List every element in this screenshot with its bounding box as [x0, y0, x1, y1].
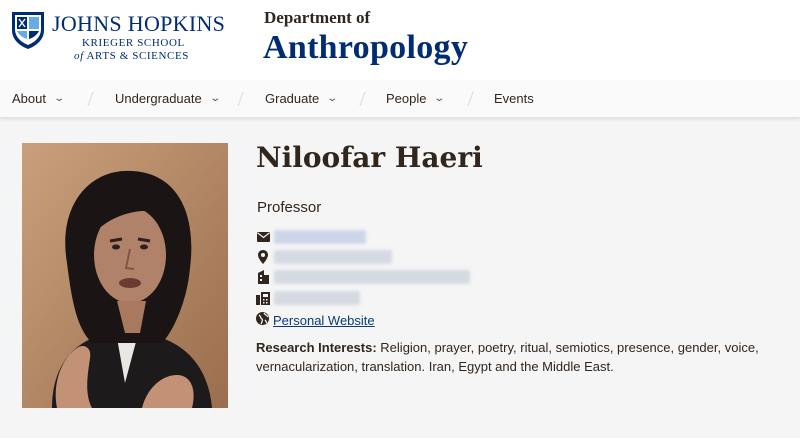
chevron-down-icon[interactable]: ⌄	[209, 93, 221, 104]
nav-label: People	[386, 91, 427, 106]
research-interests: Research Interests: Religion, prayer, po…	[256, 338, 786, 376]
building-icon	[256, 270, 270, 284]
nav-divider	[87, 92, 94, 106]
nav-item-people[interactable]: People ⌄	[386, 80, 446, 117]
map-pin-icon	[256, 250, 270, 264]
chevron-down-icon[interactable]: ⌄	[53, 93, 65, 104]
site-header: JOHNS HOPKINS KRIEGER SCHOOL of ARTS & S…	[0, 0, 800, 80]
email-link-redacted[interactable]	[274, 230, 366, 244]
research-label: Research Interests:	[256, 340, 377, 355]
chevron-down-icon[interactable]: ⌄	[434, 93, 446, 104]
logo-university-name: JOHNS HOPKINS	[52, 11, 226, 36]
logo-school-name: KRIEGER SCHOOL	[82, 37, 185, 49]
nav-item-undergraduate[interactable]: Undergraduate ⌄	[115, 80, 221, 117]
profile-photo	[22, 143, 228, 408]
fax-row	[256, 290, 360, 306]
nav-label: About	[12, 91, 46, 106]
globe-icon	[256, 312, 269, 328]
portrait-image	[22, 143, 228, 408]
chevron-down-icon[interactable]: ⌄	[327, 93, 339, 104]
nav-label: Graduate	[265, 91, 320, 106]
logo-school-subtitle: of ARTS & SCIENCES	[74, 50, 189, 62]
fax-redacted	[274, 291, 360, 305]
nav-label: Events	[494, 91, 534, 106]
jhu-logo[interactable]: JOHNS HOPKINS KRIEGER SCHOOL of ARTS & S…	[10, 9, 225, 65]
address-redacted	[274, 250, 392, 264]
nav-item-graduate[interactable]: Graduate ⌄	[265, 80, 339, 117]
logo-of: of	[74, 50, 84, 62]
nav-label: Undergraduate	[115, 91, 202, 106]
department-prefix: Department of	[264, 8, 371, 27]
website-row: Personal Website	[256, 312, 375, 328]
department-name[interactable]: Anthropology	[263, 29, 468, 67]
office-row	[256, 269, 470, 285]
envelope-icon	[256, 230, 270, 244]
nav-divider	[467, 92, 474, 106]
profile-title: Professor	[257, 199, 322, 216]
logo-arts-sciences: ARTS & SCIENCES	[86, 50, 189, 62]
main-nav: About ⌄ Undergraduate ⌄ Graduate ⌄ Peopl…	[0, 80, 800, 118]
jhu-shield-icon	[12, 12, 44, 49]
office-redacted	[274, 270, 470, 284]
personal-website-link[interactable]: Personal Website	[273, 313, 375, 328]
profile-name: Niloofar Haeri	[256, 141, 483, 174]
nav-item-about[interactable]: About ⌄	[12, 80, 65, 117]
fax-icon	[256, 291, 270, 305]
address-row	[256, 249, 392, 265]
nav-divider	[237, 92, 244, 106]
nav-divider	[359, 92, 366, 106]
email-row	[256, 229, 366, 245]
nav-item-events[interactable]: Events	[494, 80, 534, 117]
